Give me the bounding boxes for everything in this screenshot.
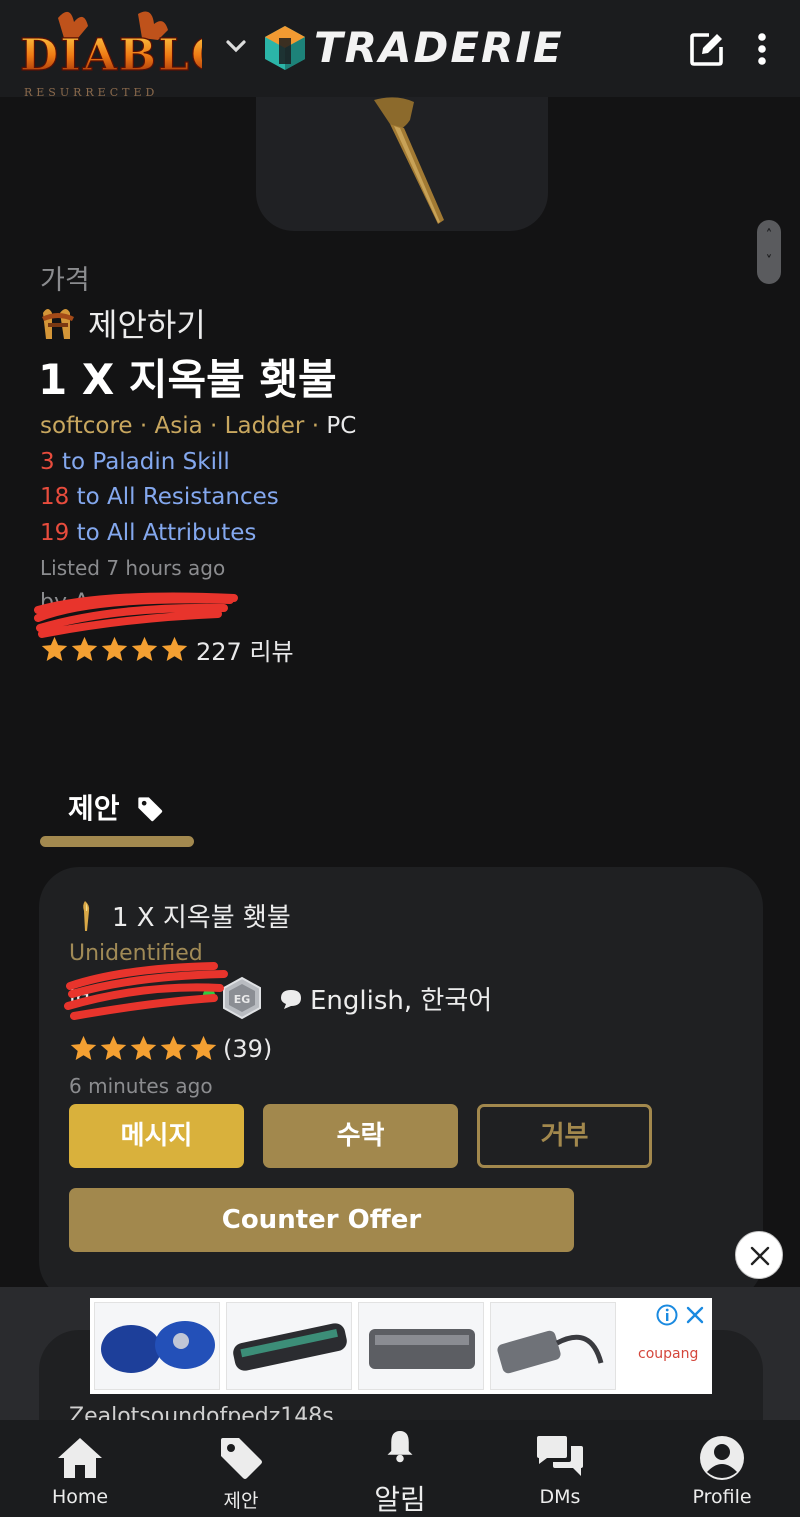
speech-bubble-icon	[281, 989, 301, 1009]
meta-ladder[interactable]: Ladder	[225, 413, 305, 439]
star-icon	[101, 636, 128, 661]
home-icon	[58, 1438, 102, 1478]
star-icon	[161, 636, 188, 661]
offer-user-rating: (39)	[69, 1034, 272, 1063]
reject-button[interactable]: 거부	[477, 1104, 652, 1168]
close-icon	[750, 1246, 770, 1266]
counter-offer-button[interactable]: Counter Offer	[69, 1188, 574, 1252]
meta-platform: PC	[326, 413, 357, 439]
tab-offers-label: 제안	[68, 792, 120, 825]
offer-review-count[interactable]: (39)	[223, 1035, 272, 1063]
offer-languages: English, 한국어	[278, 980, 492, 1017]
nav-profile[interactable]: Profile	[662, 1420, 782, 1517]
star-icon	[71, 636, 98, 661]
ad-banner[interactable]: coupang	[90, 1298, 712, 1394]
stat-line: 19 to All Attributes	[40, 520, 257, 546]
nav-home[interactable]: Home	[20, 1420, 140, 1517]
star-icon	[130, 1035, 157, 1060]
scroll-handle[interactable]: ˄ ˅	[757, 220, 781, 284]
scroll-up-icon[interactable]: ˄	[757, 228, 781, 243]
item-title: 1 X 지옥불 횃불	[38, 355, 337, 404]
ad-product-earphones[interactable]	[94, 1302, 220, 1390]
chat-icon	[537, 1436, 583, 1476]
traderie-logo-icon	[265, 26, 305, 70]
edit-icon[interactable]	[688, 30, 726, 68]
languages-text: English, 한국어	[310, 986, 493, 1016]
offer-item-title: 1 X 지옥불 횃불	[112, 903, 291, 933]
message-button[interactable]: 메시지	[69, 1104, 244, 1168]
ad-brand[interactable]: coupang	[638, 1346, 698, 1362]
stat-line: 3 to Paladin Skill	[40, 449, 230, 475]
listing-meta: softcore · Asia · Ladder · PC	[40, 413, 357, 439]
chevron-down-icon[interactable]	[224, 34, 248, 58]
brand-name[interactable]: TRADERIE	[314, 22, 564, 74]
redaction-scribble	[64, 962, 228, 1020]
meta-mode[interactable]: softcore	[40, 413, 133, 439]
price-label: 가격	[40, 265, 90, 296]
star-icon	[131, 636, 158, 661]
tab-offers[interactable]: 제안	[40, 787, 194, 847]
close-icon[interactable]	[684, 1304, 706, 1326]
meta-region[interactable]: Asia	[155, 413, 203, 439]
torch-icon	[83, 900, 90, 931]
seller-rating: 227 리뷰	[40, 632, 294, 667]
ad-product-hub[interactable]	[358, 1302, 484, 1390]
info-icon[interactable]	[656, 1304, 678, 1326]
star-icon	[41, 636, 68, 661]
nav-offers[interactable]: 제안	[181, 1420, 301, 1517]
ad-product-speaker[interactable]	[226, 1302, 352, 1390]
diablo-logo[interactable]: DIABLO RESURRECTED	[18, 8, 230, 99]
bottom-nav: Home 제안 알림 DMs Profile	[0, 1420, 800, 1517]
scroll-down-icon[interactable]: ˅	[757, 254, 781, 269]
tab-indicator	[40, 836, 194, 847]
user-icon	[700, 1436, 744, 1480]
offer-label: 제안하기	[88, 306, 206, 344]
price-offer-row: 제안하기	[38, 300, 206, 346]
nav-notifications[interactable]: 알림	[340, 1420, 460, 1517]
svg-text:DIABLO: DIABLO	[20, 30, 202, 81]
review-count[interactable]: 227 리뷰	[196, 632, 294, 667]
offer-time: 6 minutes ago	[69, 1074, 213, 1098]
rune-icon	[42, 309, 74, 339]
tag-icon	[221, 1438, 262, 1479]
star-icon	[100, 1035, 127, 1060]
star-icon	[70, 1035, 97, 1060]
ad-product-adapter[interactable]	[490, 1302, 616, 1390]
torch-item-image	[374, 97, 444, 224]
svg-text:RESURRECTED: RESURRECTED	[24, 86, 158, 98]
bell-icon	[387, 1431, 413, 1463]
stat-line: 18 to All Resistances	[40, 484, 279, 510]
listed-time: Listed 7 hours ago	[40, 556, 226, 580]
more-vert-icon[interactable]	[750, 30, 774, 68]
nav-dms[interactable]: DMs	[500, 1420, 620, 1517]
close-ad-button[interactable]	[735, 1231, 783, 1279]
tag-icon	[138, 797, 163, 822]
offer-item[interactable]: 1 X 지옥불 횃불	[76, 897, 291, 934]
svg-text:EG: EG	[234, 993, 251, 1006]
star-icon	[190, 1035, 217, 1060]
app-header: DIABLO RESURRECTED TRADERIE	[0, 0, 800, 99]
star-icon	[160, 1035, 187, 1060]
accept-button[interactable]: 수락	[263, 1104, 458, 1168]
